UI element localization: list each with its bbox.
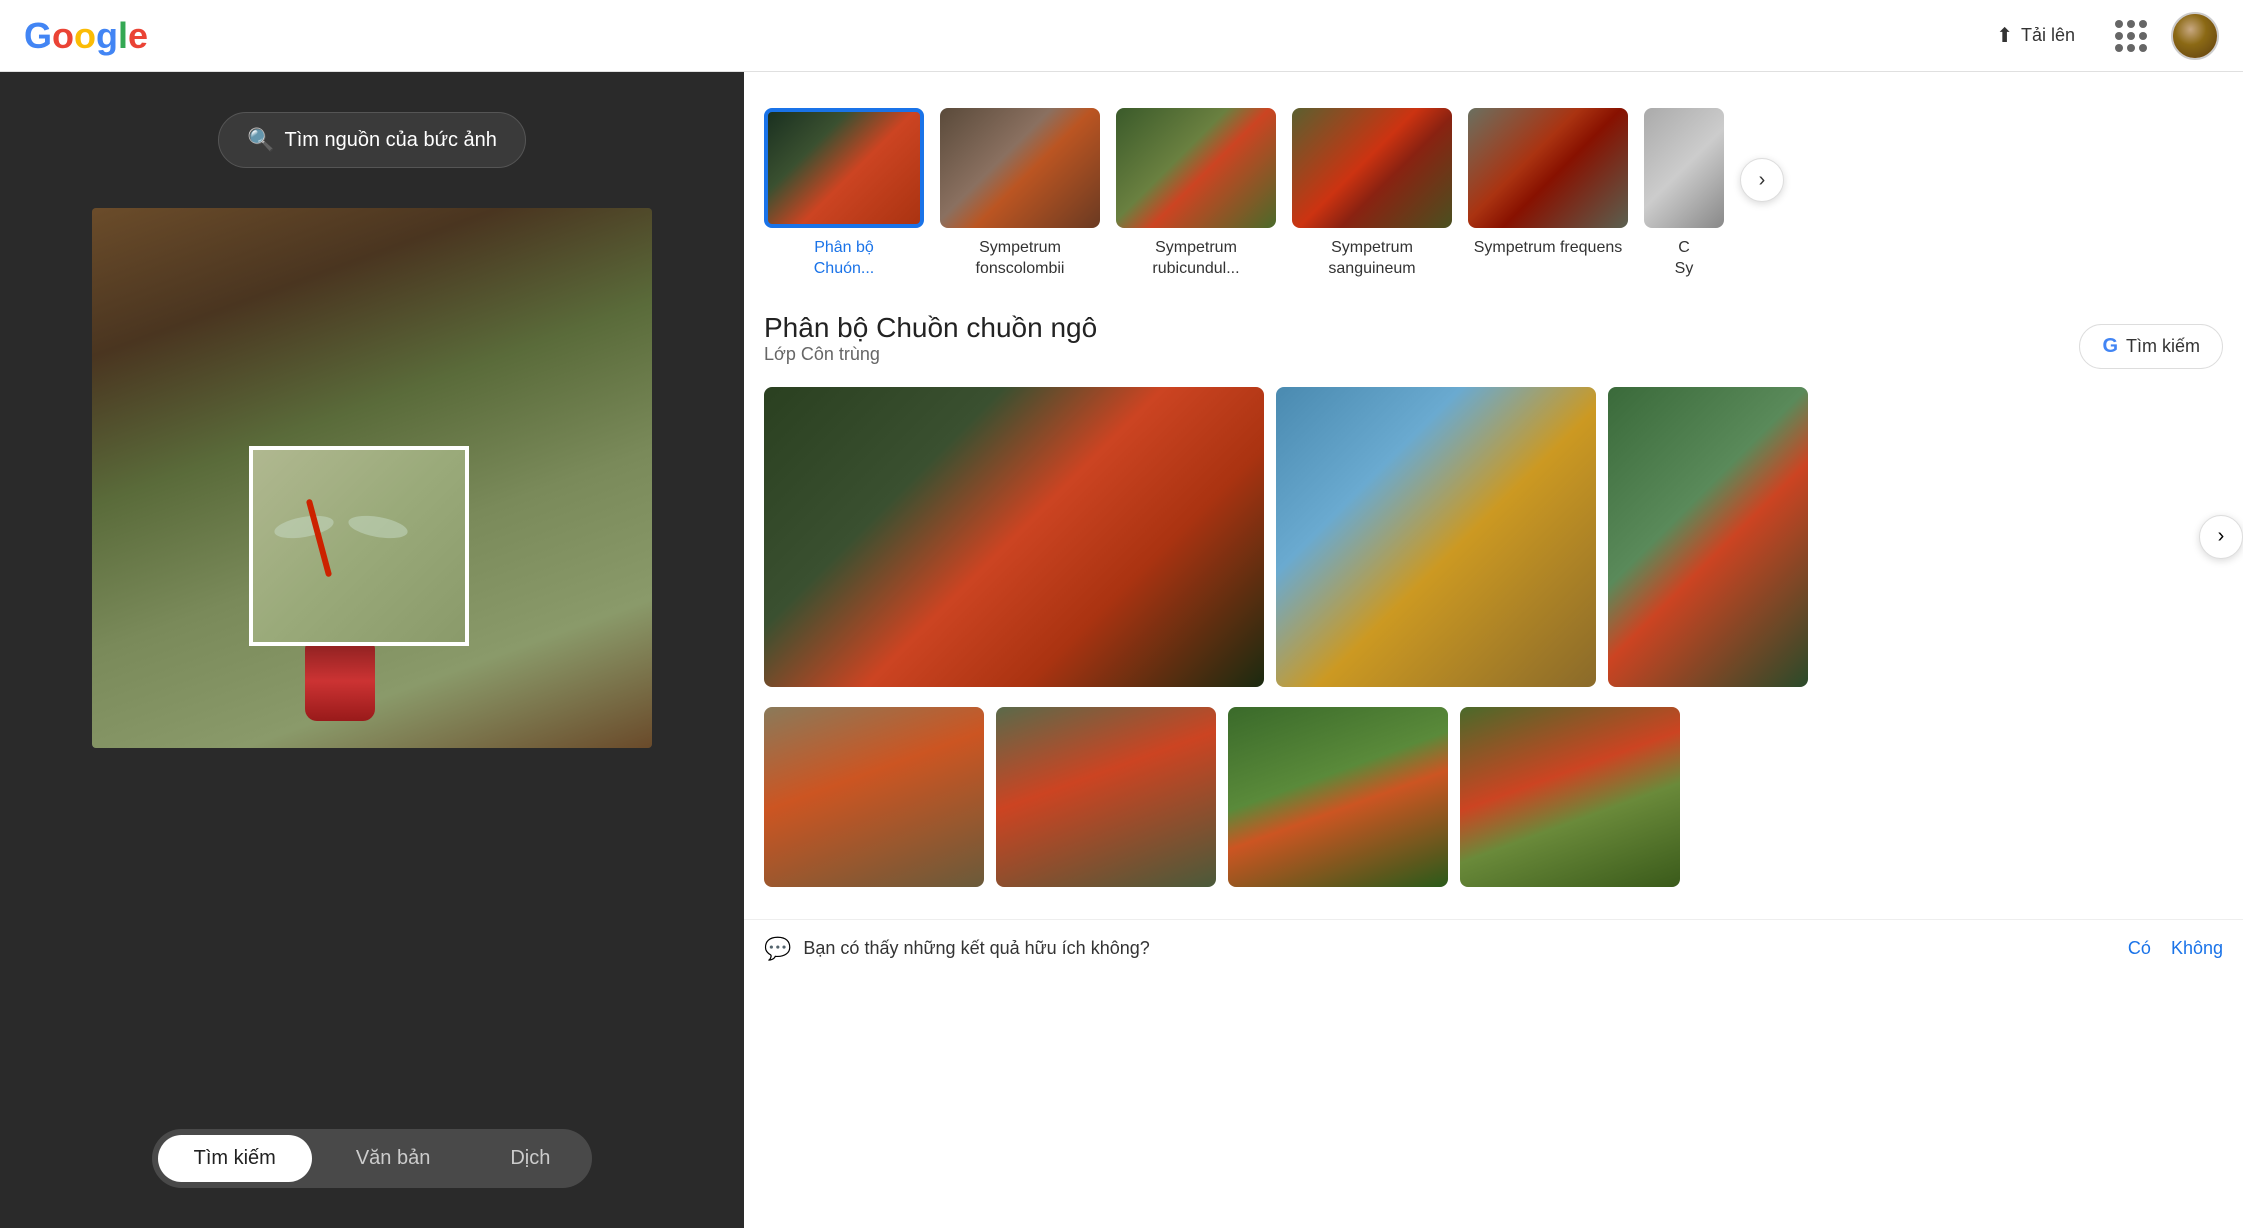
search-source-button[interactable]: 🔍 Tìm nguồn của bức ảnh bbox=[218, 112, 526, 168]
feedback-no-button[interactable]: Không bbox=[2171, 938, 2223, 959]
large-image-3[interactable] bbox=[1608, 387, 1808, 687]
upload-button[interactable]: ⬆ Tải lên bbox=[1980, 15, 2091, 56]
upload-label: Tải lên bbox=[2021, 25, 2075, 46]
logo-e: e bbox=[128, 15, 148, 57]
related-item-5[interactable]: Sympetrum frequens bbox=[1468, 108, 1628, 259]
apps-button[interactable] bbox=[2111, 16, 2151, 56]
related-label-4: Sympetrum sanguineum bbox=[1292, 238, 1452, 280]
wing-left bbox=[273, 512, 336, 542]
logo-g2: g bbox=[96, 15, 118, 57]
apps-grid-icon bbox=[2115, 20, 2147, 52]
upload-icon: ⬆ bbox=[1996, 23, 2013, 48]
logo-o1: o bbox=[52, 15, 74, 57]
selected-region-bg bbox=[253, 450, 465, 642]
left-panel: 🔍 Tìm nguồn của bức ảnh bbox=[0, 72, 744, 1228]
related-thumb-5 bbox=[1468, 108, 1628, 228]
g-search-icon: G bbox=[2102, 335, 2118, 358]
tab-search[interactable]: Tìm kiếm bbox=[158, 1135, 312, 1182]
related-item-4[interactable]: Sympetrum sanguineum bbox=[1292, 108, 1452, 280]
small-image-3[interactable] bbox=[1228, 707, 1448, 887]
feedback-question: 💬 Bạn có thấy những kết quả hữu ích khôn… bbox=[764, 936, 1150, 962]
feedback-yes-button[interactable]: Có bbox=[2128, 938, 2151, 959]
right-panel[interactable]: Phân bộChuón... Sympetrum fonscolombii S… bbox=[744, 72, 2243, 1228]
feedback-text: Bạn có thấy những kết quả hữu ích không? bbox=[803, 938, 1149, 959]
feedback-icon: 💬 bbox=[764, 936, 791, 962]
related-thumb-1 bbox=[764, 108, 924, 228]
avatar[interactable] bbox=[2171, 12, 2219, 60]
small-image-grid bbox=[764, 707, 2223, 887]
result-section: Phân bộ Chuồn chuồn ngô Lớp Côn trùng G … bbox=[744, 296, 2243, 919]
large-image-2[interactable] bbox=[1276, 387, 1596, 687]
feedback-bar: 💬 Bạn có thấy những kết quả hữu ích khôn… bbox=[744, 919, 2243, 978]
result-title-block: Phân bộ Chuồn chuồn ngô Lớp Côn trùng bbox=[764, 312, 1097, 381]
small-image-2[interactable] bbox=[996, 707, 1216, 887]
main-image bbox=[92, 208, 652, 748]
related-label-1: Phân bộChuón... bbox=[814, 238, 874, 280]
large-image-1[interactable] bbox=[764, 387, 1264, 687]
header-left: Google bbox=[24, 15, 148, 57]
main-image-container bbox=[92, 208, 652, 748]
strip-next-button[interactable]: › bbox=[1740, 158, 1784, 202]
google-logo[interactable]: Google bbox=[24, 15, 148, 57]
related-thumb-6 bbox=[1644, 108, 1724, 228]
search-btn-label: Tìm kiếm bbox=[2126, 336, 2200, 357]
canister bbox=[305, 641, 375, 721]
selection-box[interactable] bbox=[249, 446, 469, 646]
grid-next-button[interactable]: › bbox=[2199, 515, 2243, 559]
result-title: Phân bộ Chuồn chuồn ngô bbox=[764, 312, 1097, 344]
related-item-1[interactable]: Phân bộChuón... bbox=[764, 108, 924, 280]
related-label-2: Sympetrum fonscolombii bbox=[940, 238, 1100, 280]
related-item-2[interactable]: Sympetrum fonscolombii bbox=[940, 108, 1100, 280]
tab-translate[interactable]: Dịch bbox=[474, 1135, 586, 1182]
tab-text[interactable]: Văn bản bbox=[320, 1135, 467, 1182]
related-label-6: CSy bbox=[1675, 238, 1694, 280]
small-image-4[interactable] bbox=[1460, 707, 1680, 887]
result-title-row: Phân bộ Chuồn chuồn ngô Lớp Côn trùng G … bbox=[764, 312, 2223, 381]
related-thumb-2 bbox=[940, 108, 1100, 228]
main-layout: 🔍 Tìm nguồn của bức ảnh bbox=[0, 72, 2243, 1228]
related-strip: Phân bộChuón... Sympetrum fonscolombii S… bbox=[744, 92, 2243, 296]
related-thumb-4 bbox=[1292, 108, 1452, 228]
logo-g: G bbox=[24, 15, 52, 57]
logo-o2: o bbox=[74, 15, 96, 57]
feedback-actions: Có Không bbox=[2128, 938, 2223, 959]
logo-l: l bbox=[118, 15, 128, 57]
small-image-1[interactable] bbox=[764, 707, 984, 887]
lens-icon: 🔍 bbox=[247, 127, 274, 153]
result-subtitle: Lớp Côn trùng bbox=[764, 344, 1097, 365]
dragonfly-background bbox=[92, 208, 652, 748]
result-search-button[interactable]: G Tìm kiếm bbox=[2079, 324, 2223, 369]
large-image-grid: › bbox=[764, 387, 2223, 687]
related-label-3: Sympetrum rubicundul... bbox=[1116, 238, 1276, 280]
related-thumb-3 bbox=[1116, 108, 1276, 228]
related-label-5: Sympetrum frequens bbox=[1474, 238, 1623, 259]
search-source-label: Tìm nguồn của bức ảnh bbox=[285, 129, 497, 152]
related-item-3[interactable]: Sympetrum rubicundul... bbox=[1116, 108, 1276, 280]
header: Google ⬆ Tải lên bbox=[0, 0, 2243, 72]
avatar-image bbox=[2173, 14, 2217, 58]
dragonfly-body bbox=[306, 498, 333, 577]
tab-bar: Tìm kiếm Văn bản Dịch bbox=[152, 1129, 593, 1188]
wing-right bbox=[347, 512, 410, 542]
header-right: ⬆ Tải lên bbox=[1980, 12, 2219, 60]
related-item-6[interactable]: CSy bbox=[1644, 108, 1724, 280]
